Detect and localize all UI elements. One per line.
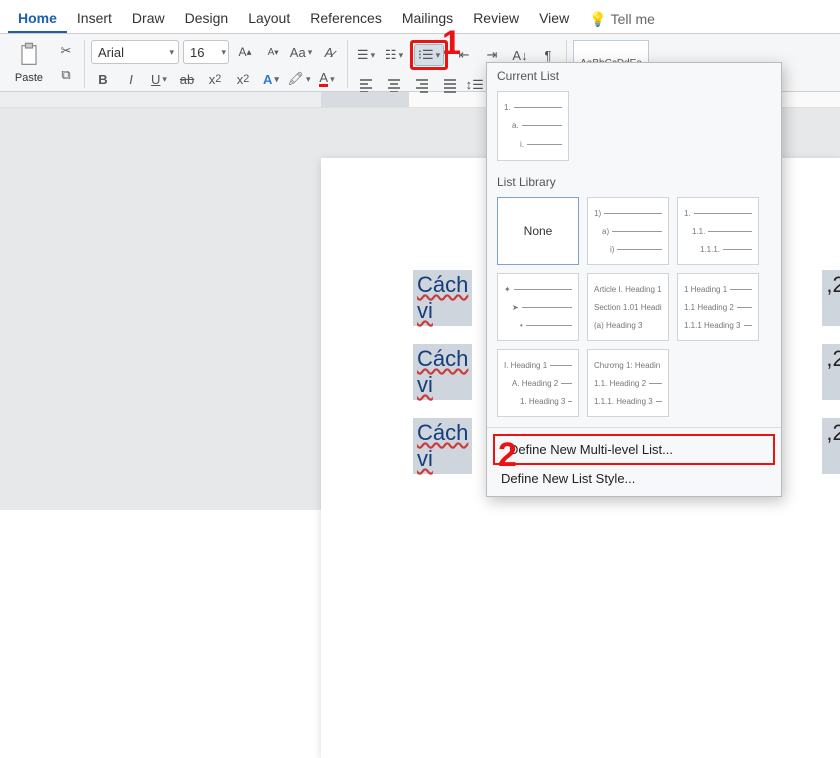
font-size-select[interactable]: 16 ▾ <box>183 40 229 64</box>
strikethrough-button[interactable]: ab <box>175 68 199 90</box>
eraser-icon: A̷ <box>325 45 334 60</box>
line-spacing-icon: ↕☰ <box>466 77 484 93</box>
font-color-button[interactable]: A▾ <box>315 68 339 90</box>
highlight-button[interactable]: 🖍▾ <box>287 68 311 90</box>
list-thumb[interactable]: Chương 1: Headin 1.1. Heading 2 1.1.1. H… <box>587 349 669 417</box>
define-new-list-style[interactable]: Define New List Style... <box>487 465 781 492</box>
numbering-icon: ☷ <box>385 47 397 63</box>
list-thumb[interactable]: 1. 1.1. 1.1.1. <box>677 197 759 265</box>
clipboard-icon <box>15 40 43 70</box>
font-name-value: Arial <box>98 45 124 60</box>
tell-me[interactable]: 💡 Tell me <box>579 4 665 33</box>
copy-button[interactable]: ⧉ <box>54 64 78 86</box>
text-segment-right: ,2010 <box>822 418 840 474</box>
annotation-2: 2 <box>498 436 517 475</box>
annotation-highlight-2: Define New Multi-level List... <box>493 434 775 465</box>
bullets-icon: ☰ <box>357 47 369 63</box>
multilevel-icon: ⁝☰ <box>418 47 434 63</box>
text-segment-right: ,2010 <box>822 270 840 326</box>
bold-button[interactable]: B <box>91 68 115 90</box>
list-thumb[interactable]: I. Heading 1 A. Heading 2 1. Heading 3 <box>497 349 579 417</box>
numbering-button[interactable]: ☷▾ <box>382 44 406 66</box>
list-thumb[interactable]: 1 Heading 1 1.1 Heading 2 1.1.1 Heading … <box>677 273 759 341</box>
current-list-header: Current List <box>487 63 781 87</box>
multilevel-list-panel: Current List 1. a. i. List Library None … <box>486 62 782 497</box>
shrink-font-button[interactable]: A▾ <box>261 41 285 63</box>
tab-draw[interactable]: Draw <box>122 4 175 33</box>
copy-icon: ⧉ <box>61 67 70 83</box>
list-thumb[interactable]: Article I. Heading 1 Section 1.01 Headi … <box>587 273 669 341</box>
tab-home[interactable]: Home <box>8 4 67 33</box>
multilevel-list-button[interactable]: ⁝☰▾ <box>414 44 444 66</box>
define-new-multilevel-list[interactable]: Define New Multi-level List... <box>495 436 773 463</box>
scissors-icon: ✂ <box>61 43 72 59</box>
text-effects-button[interactable]: A▾ <box>259 68 283 90</box>
clear-formatting-button[interactable]: A̷ <box>317 41 341 63</box>
grow-font-button[interactable]: A▴ <box>233 41 257 63</box>
font-size-value: 16 <box>190 45 204 60</box>
font-name-select[interactable]: Arial ▾ <box>91 40 179 64</box>
italic-button[interactable]: I <box>119 68 143 90</box>
paste-label: Paste <box>15 72 43 84</box>
chevron-down-icon: ▾ <box>221 47 226 58</box>
list-none-thumb[interactable]: None <box>497 197 579 265</box>
highlighter-icon: 🖍 <box>287 71 304 87</box>
annotation-1: 1 <box>442 24 461 63</box>
tab-review[interactable]: Review <box>463 4 529 33</box>
tab-design[interactable]: Design <box>175 4 239 33</box>
none-label: None <box>524 224 553 238</box>
tab-references[interactable]: References <box>300 4 392 33</box>
indent-icon: ⇥ <box>487 47 498 63</box>
underline-button[interactable]: U▾ <box>147 68 171 90</box>
tab-view[interactable]: View <box>529 4 579 33</box>
bullets-button[interactable]: ☰▾ <box>354 44 378 66</box>
list-thumb[interactable]: ✦ ➤ • <box>497 273 579 341</box>
list-library-header: List Library <box>487 169 781 193</box>
cut-button[interactable]: ✂ <box>54 40 78 62</box>
sort-icon: A↓ <box>512 48 527 63</box>
text-segment-left: Cách vi <box>413 344 472 400</box>
list-thumb[interactable]: 1) a) i) <box>587 197 669 265</box>
tab-insert[interactable]: Insert <box>67 4 122 33</box>
change-case-button[interactable]: Aa▾ <box>289 41 313 63</box>
text-segment-right: ,2010 <box>822 344 840 400</box>
tab-layout[interactable]: Layout <box>238 4 300 33</box>
lightbulb-icon: 💡 <box>589 11 606 28</box>
text-segment-left: Cách vi <box>413 270 472 326</box>
subscript-button[interactable]: x2 <box>203 68 227 90</box>
ribbon-tabs: Home Insert Draw Design Layout Reference… <box>0 0 840 34</box>
pilcrow-icon: ¶ <box>545 48 552 63</box>
chevron-down-icon: ▾ <box>169 47 174 58</box>
superscript-button[interactable]: x2 <box>231 68 255 90</box>
current-list-thumb[interactable]: 1. a. i. <box>497 91 569 161</box>
text-segment-left: Cách vi <box>413 418 472 474</box>
tell-me-label: Tell me <box>611 11 655 27</box>
